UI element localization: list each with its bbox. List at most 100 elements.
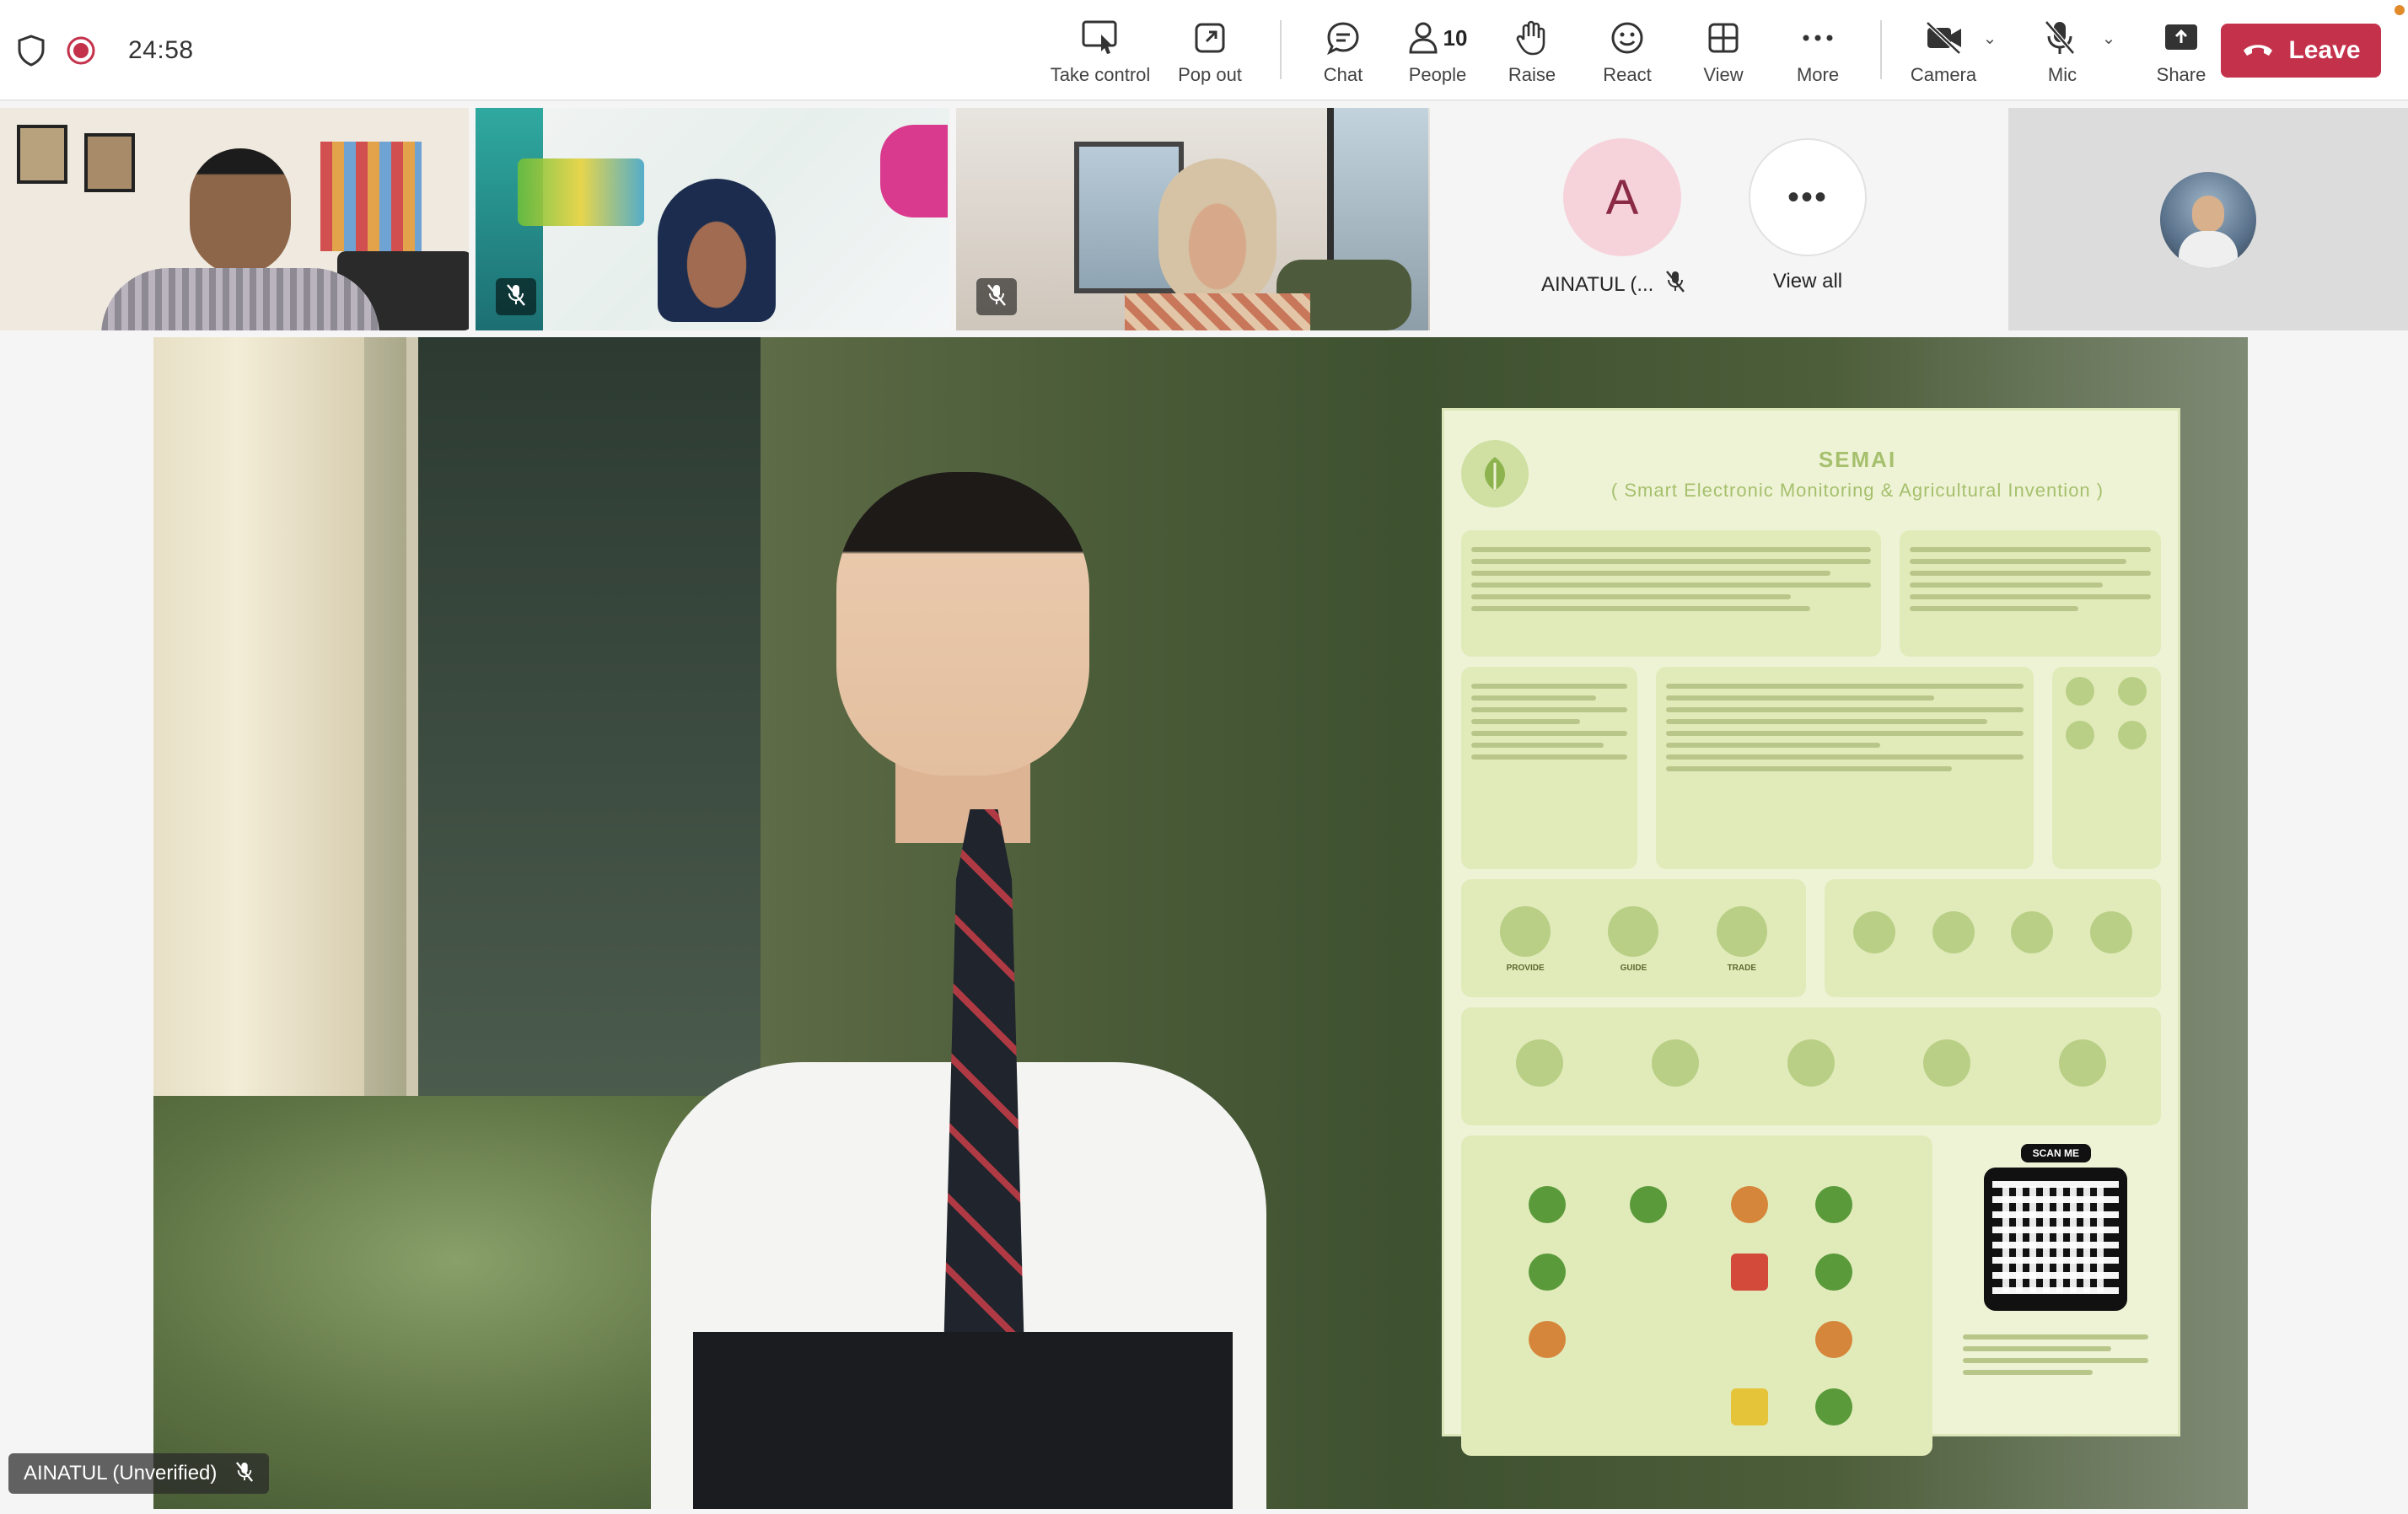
react-label: React: [1603, 64, 1652, 85]
chat-button[interactable]: Chat: [1297, 12, 1389, 93]
pop-out-button[interactable]: Pop out: [1155, 12, 1265, 93]
participant-video-1[interactable]: [0, 108, 469, 330]
poster-revenue-stream-box: [1461, 1136, 1932, 1456]
poster-titles: SEMAI ( Smart Electronic Monitoring & Ag…: [1554, 447, 2161, 502]
poster-value-proposition-box: [1655, 667, 2034, 869]
share-button[interactable]: Share: [2135, 12, 2228, 93]
background-window: [406, 337, 761, 1096]
take-control-label: Take control: [1050, 64, 1151, 85]
poster-target-market-box: [1824, 879, 2161, 997]
people-label: People: [1408, 64, 1467, 85]
qr-code-icon: [1984, 1168, 2128, 1311]
camera-label: Camera: [1910, 64, 1977, 85]
toolbar-divider: [1280, 20, 1282, 79]
participant-video-2[interactable]: [476, 108, 949, 330]
shield-icon[interactable]: [17, 35, 46, 67]
speaker-name-label: AINATUL (Unverified): [24, 1462, 218, 1484]
poster-activity-provide: PROVIDE: [1500, 906, 1551, 973]
more-dots-icon: [1801, 17, 1835, 59]
poster-row-1: [1461, 530, 2161, 657]
poster-intro-box: [1461, 530, 1881, 657]
more-button[interactable]: More: [1771, 12, 1865, 93]
poster-subtitle: ( Smart Electronic Monitoring & Agricult…: [1610, 479, 2104, 501]
poster-key-activity-box: PROVIDE GUIDE TRADE: [1461, 879, 1806, 997]
raise-hand-button[interactable]: Raise: [1486, 12, 1578, 93]
mic-off-icon: [235, 1461, 254, 1487]
recording-icon[interactable]: [66, 35, 96, 66]
avatar-initial: A: [1605, 169, 1639, 225]
participant-1-head: [190, 148, 291, 275]
participant-2-head: [658, 179, 776, 322]
mic-options-chevron-icon[interactable]: ⌄: [2102, 28, 2116, 49]
main-speaker-video[interactable]: SEMAI ( Smart Electronic Monitoring & Ag…: [153, 337, 2248, 1509]
view-button[interactable]: View: [1676, 12, 1771, 93]
pop-out-icon: [1193, 17, 1227, 59]
poster-activity-trade: TRADE: [1716, 906, 1767, 973]
poster-row-4: [1461, 1007, 2161, 1125]
share-icon: [2163, 17, 2200, 59]
participant-name-ainatul: AINATUL (...: [1541, 270, 1685, 299]
mic-button[interactable]: ⌄ Mic: [2024, 12, 2135, 93]
meeting-timer: 24:58: [128, 36, 194, 64]
people-icon: [1409, 22, 1438, 54]
poster-row-3: PROVIDE GUIDE TRADE: [1461, 879, 2161, 997]
mic-off-icon: [1665, 270, 1685, 299]
meeting-status: 24:58: [17, 24, 194, 78]
poster-challenges-box: [1461, 1007, 2161, 1125]
participant-3-muted-indicator: [976, 278, 1017, 315]
toolbar-divider: [1880, 20, 1882, 79]
view-all-label: View all: [1772, 270, 1843, 293]
poster-title: SEMAI: [1818, 446, 1897, 472]
participant-video-3[interactable]: [956, 108, 1430, 330]
share-label: Share: [2156, 64, 2206, 85]
teams-meeting-window: 24:58 Take control Pop out Chat 10 Peopl…: [0, 0, 2408, 1514]
mic-off-icon: [506, 283, 526, 311]
poster-row-5: SCAN ME: [1461, 1136, 2161, 1456]
speaker-pants: [693, 1332, 1233, 1509]
project-poster: SEMAI ( Smart Electronic Monitoring & Ag…: [1442, 408, 2180, 1456]
participant-2-muted-indicator: [496, 278, 536, 315]
self-video-tile[interactable]: [2008, 108, 2408, 330]
participant-avatar-ainatul[interactable]: A: [1563, 138, 1681, 256]
leave-button[interactable]: Leave: [2221, 24, 2381, 78]
poster-qr-area: SCAN ME: [1951, 1136, 2161, 1456]
mic-off-icon: [986, 283, 1007, 311]
mic-label: Mic: [2047, 64, 2077, 85]
participant-name-label: AINATUL (...: [1541, 272, 1654, 296]
poster-goals-box: [1899, 530, 2161, 657]
camera-button[interactable]: ⌄ Camera: [1897, 12, 2024, 93]
poster-scan-label: SCAN ME: [2020, 1144, 2091, 1162]
poster-key-features-box: [1461, 667, 1637, 869]
grid-view-icon: [1707, 17, 1740, 59]
poster-row-2: [1461, 667, 2161, 869]
react-button[interactable]: React: [1578, 12, 1676, 93]
camera-options-chevron-icon[interactable]: ⌄: [1983, 28, 1997, 49]
poster-activity-guide: GUIDE: [1608, 906, 1659, 973]
people-button[interactable]: 10 People: [1389, 12, 1486, 93]
mic-off-icon: ⌄: [2043, 17, 2116, 59]
view-label: View: [1703, 64, 1744, 85]
people-icon-group: 10: [1408, 17, 1467, 59]
speaker-name-tag: AINATUL (Unverified): [8, 1453, 270, 1494]
more-label: More: [1796, 64, 1840, 85]
raise-hand-icon: [1515, 17, 1549, 59]
leaf-logo-icon: [1461, 440, 1529, 507]
more-dots-icon: •••: [1787, 178, 1828, 216]
camera-off-icon: ⌄: [1924, 17, 1997, 59]
smiley-icon: [1610, 17, 1645, 59]
view-all-participants-button[interactable]: •••: [1749, 138, 1867, 256]
participant-3-clothes: [1125, 293, 1310, 330]
meeting-toolbar: 24:58 Take control Pop out Chat 10 Peopl…: [0, 0, 2408, 101]
participant-3-head: [1158, 158, 1277, 310]
pop-out-label: Pop out: [1178, 64, 1242, 85]
speaker-head: [836, 472, 1089, 776]
phone-hangup-icon: [2241, 40, 2275, 62]
take-control-button[interactable]: Take control: [1045, 12, 1155, 93]
poster-key-resources-box: [2051, 667, 2161, 869]
participant-1-shirt: [101, 268, 379, 330]
poster-header: SEMAI ( Smart Electronic Monitoring & Ag…: [1461, 427, 2161, 520]
take-control-icon: [1081, 17, 1120, 59]
leave-label: Leave: [2288, 36, 2361, 64]
chat-label: Chat: [1323, 64, 1363, 85]
self-avatar: [2160, 172, 2256, 268]
